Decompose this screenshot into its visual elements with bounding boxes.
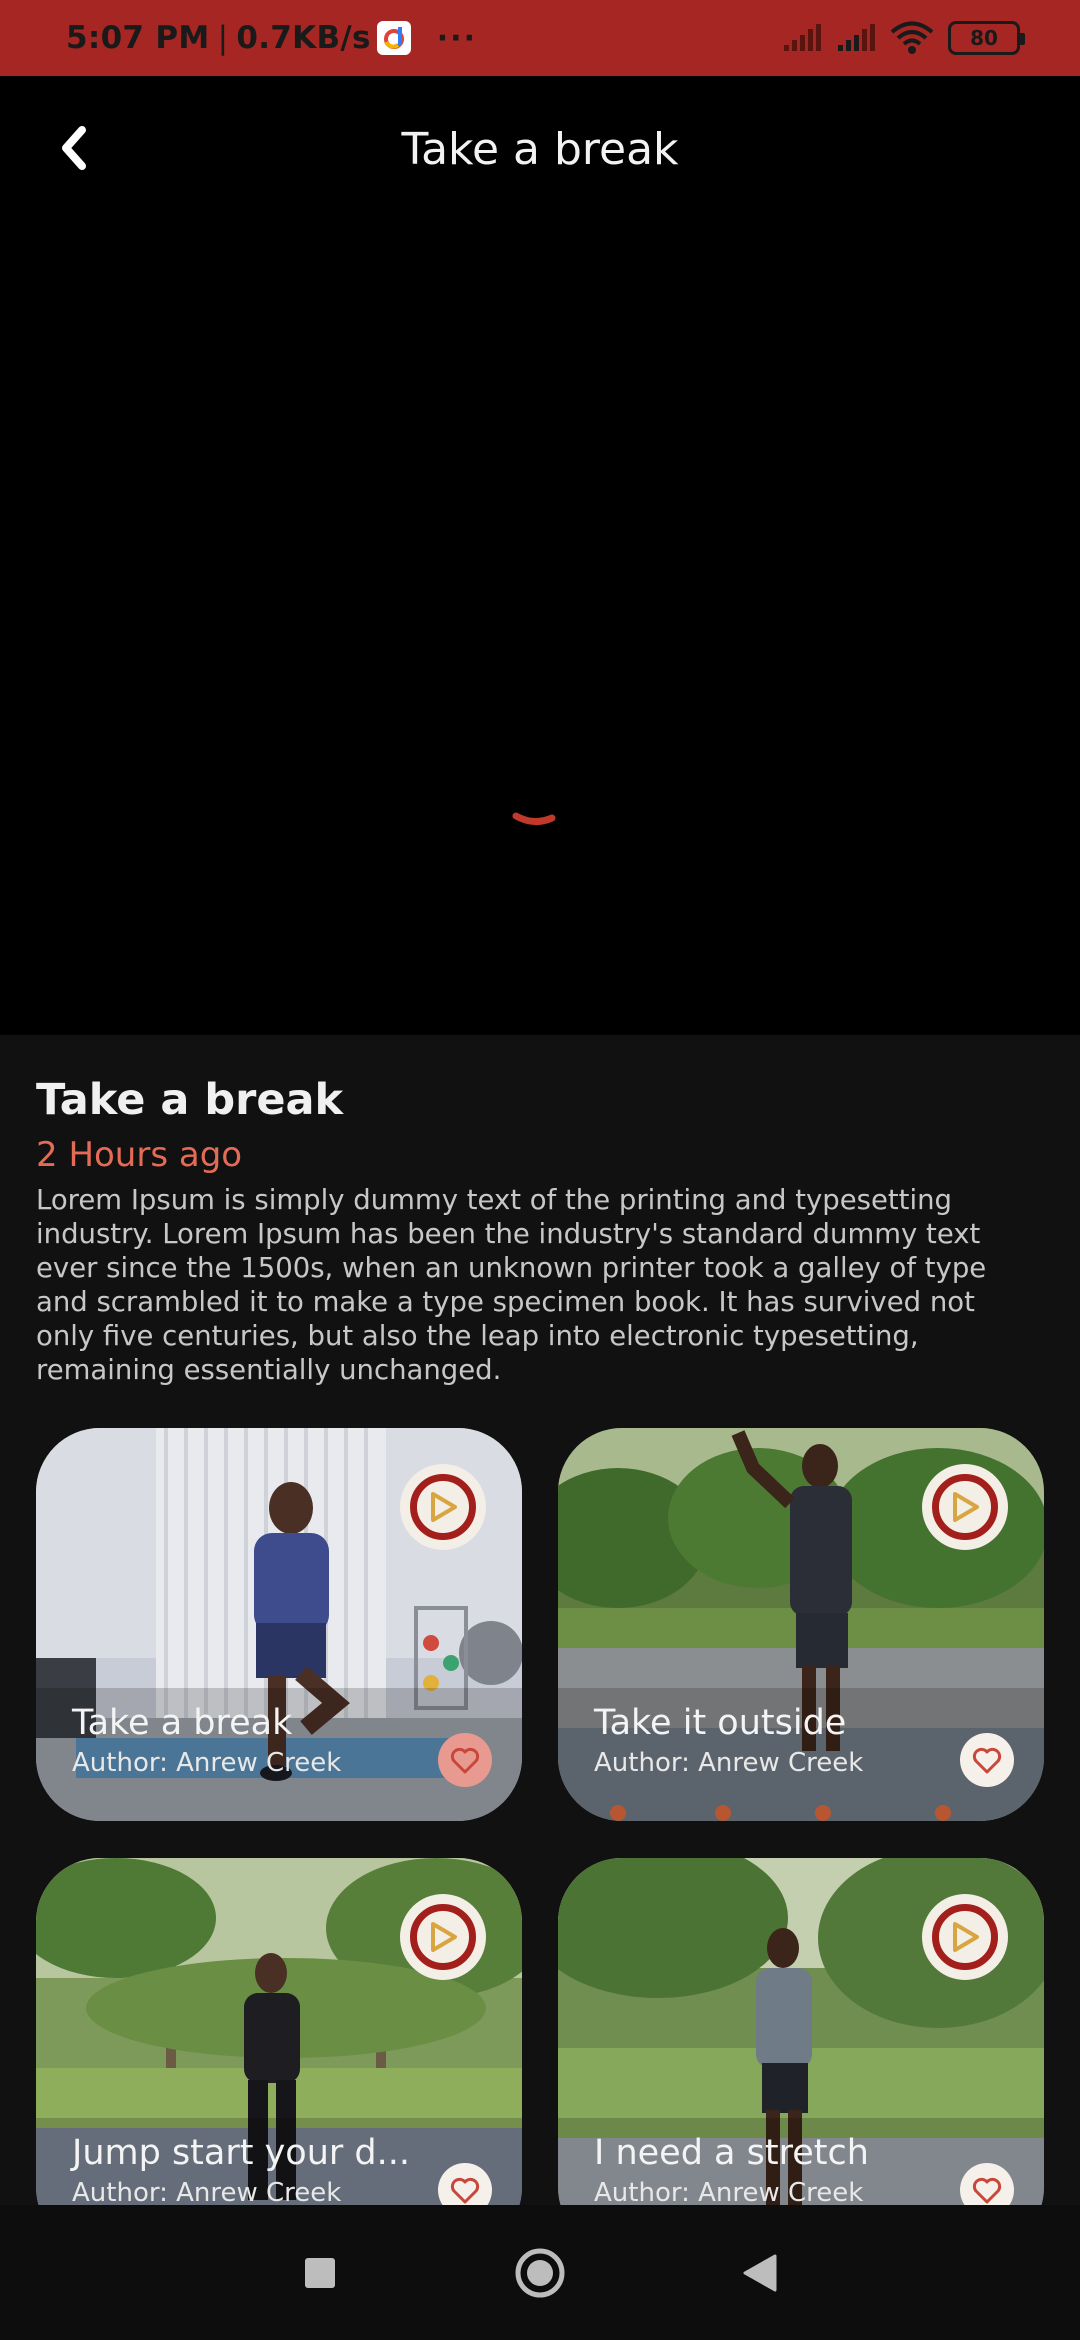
detail-title: Take a break	[36, 1075, 344, 1125]
play-button[interactable]	[400, 1894, 486, 1980]
heart-icon	[972, 2177, 1002, 2204]
battery-icon: 80	[948, 21, 1025, 55]
heart-icon	[450, 1747, 480, 1774]
app-notification-icon	[376, 21, 411, 55]
detail-time-ago: 2 Hours ago	[36, 1135, 243, 1175]
spinner-icon	[512, 812, 556, 825]
status-time: 5:07 PM	[66, 20, 210, 56]
page-title: Take a break	[401, 123, 679, 175]
video-player[interactable]	[0, 222, 1080, 1035]
home-button[interactable]	[510, 2243, 570, 2303]
detail-panel: Take a break 2 Hours ago Lorem Ipsum is …	[0, 1035, 1080, 2205]
app-header: Take a break	[0, 76, 1080, 222]
chevron-left-icon	[62, 126, 86, 170]
more-notifications-icon: ···	[436, 20, 477, 56]
signal-icon-2	[838, 24, 875, 51]
play-icon	[410, 1904, 476, 1970]
square-icon	[305, 2257, 335, 2288]
video-card[interactable]: Jump start your d... Author: Anrew Creek	[36, 1858, 522, 2205]
nav-back-button[interactable]	[730, 2243, 790, 2303]
signal-icon	[784, 24, 821, 51]
play-icon	[932, 1474, 998, 1540]
favorite-button[interactable]	[960, 1733, 1014, 1787]
play-icon	[932, 1904, 998, 1970]
status-right: 80	[782, 21, 1025, 55]
back-button[interactable]	[48, 120, 98, 176]
video-card[interactable]: I need a stretch Author: Anrew Creek	[558, 1858, 1044, 2205]
status-separator: |	[217, 20, 229, 56]
card-author: Author: Anrew Creek	[72, 1748, 342, 1778]
card-title: Take it outside	[594, 1703, 847, 1743]
status-bar: 5:07 PM | 0.7KB/s ··· 80	[0, 0, 1080, 76]
wifi-icon	[890, 21, 934, 54]
system-nav-bar	[0, 2205, 1080, 2340]
card-title: Jump start your d...	[72, 2133, 411, 2173]
favorite-button[interactable]	[438, 1733, 492, 1787]
card-author: Author: Anrew Creek	[594, 1748, 864, 1778]
triangle-back-icon	[743, 2254, 777, 2291]
video-card[interactable]: Take a break Author: Anrew Creek	[36, 1428, 522, 1821]
heart-icon	[450, 2177, 480, 2204]
video-card[interactable]: Take it outside Author: Anrew Creek	[558, 1428, 1044, 1821]
recents-button[interactable]	[290, 2243, 350, 2303]
play-icon	[410, 1474, 476, 1540]
circle-icon	[515, 2248, 565, 2297]
heart-icon	[972, 1747, 1002, 1774]
detail-description: Lorem Ipsum is simply dummy text of the …	[36, 1184, 987, 1386]
card-title: Take a break	[72, 1703, 293, 1743]
card-author: Author: Anrew Creek	[72, 2178, 342, 2205]
battery-level: 80	[970, 26, 998, 50]
card-title: I need a stretch	[594, 2133, 869, 2173]
play-button[interactable]	[922, 1894, 1008, 1980]
card-author: Author: Anrew Creek	[594, 2178, 864, 2205]
status-network-speed: 0.7KB/s	[236, 20, 371, 56]
status-left: 5:07 PM | 0.7KB/s ···	[66, 20, 477, 56]
play-button[interactable]	[400, 1464, 486, 1550]
play-button[interactable]	[922, 1464, 1008, 1550]
